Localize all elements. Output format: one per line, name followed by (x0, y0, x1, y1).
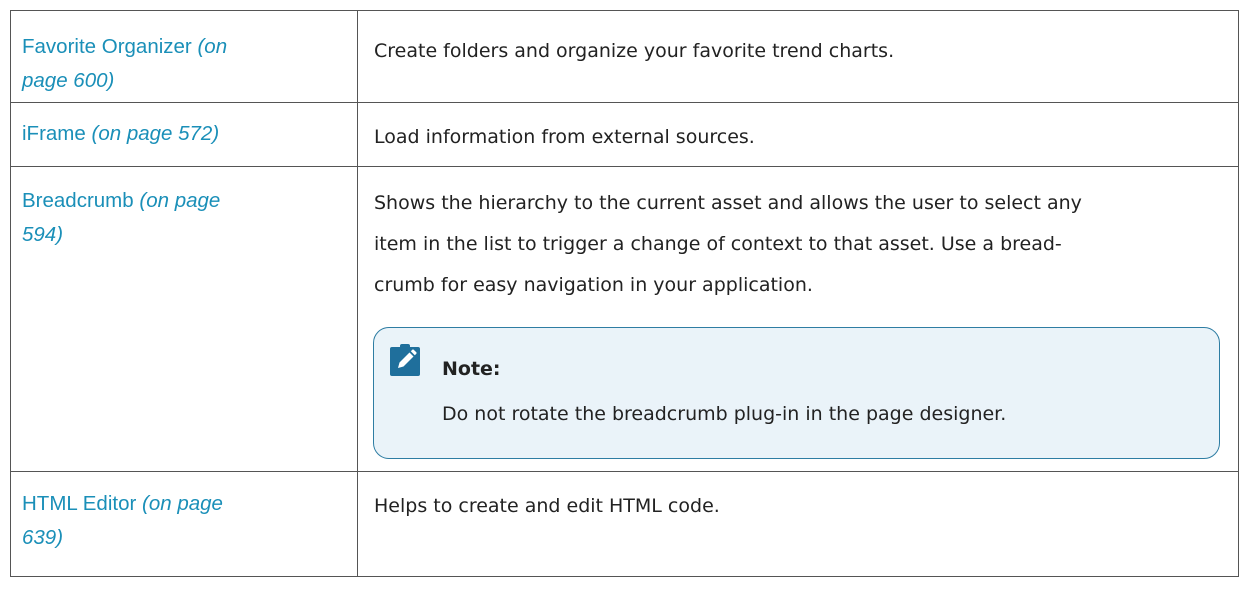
page-reference[interactable]: 594) (22, 223, 63, 246)
table-cell-description: Load information from external sources. (357, 102, 1239, 167)
plugin-link-breadcrumb[interactable]: Breadcrumb (on page 594) (22, 189, 220, 246)
description-line: crumb for easy navigation in your applic… (374, 274, 813, 296)
description-line: Shows the hierarchy to the current asset… (374, 192, 1082, 214)
note-callout: Note: Do not rotate the breadcrumb plug-… (373, 327, 1220, 459)
page-reference[interactable]: (on page (139, 189, 220, 212)
table-cell-plugin: iFrame (on page 572) (10, 102, 358, 167)
table-row: Favorite Organizer (on page 600) Create … (10, 10, 1239, 103)
plugin-table: Favorite Organizer (on page 600) Create … (10, 10, 1239, 577)
page-reference[interactable]: (on (197, 35, 227, 58)
table-row: iFrame (on page 572) Load information fr… (10, 102, 1239, 167)
plugin-link-html-editor[interactable]: HTML Editor (on page 639) (22, 492, 223, 549)
description-line: Helps to create and edit HTML code. (374, 495, 720, 517)
note-text: Do not rotate the breadcrumb plug-in in … (442, 403, 1007, 425)
page-reference[interactable]: (on page (142, 492, 223, 515)
table-cell-description: Shows the hierarchy to the current asset… (357, 166, 1239, 472)
plugin-name[interactable]: Breadcrumb (22, 189, 134, 212)
table-cell-plugin: Breadcrumb (on page 594) (10, 166, 358, 472)
note-title: Note: (442, 358, 501, 380)
plugin-name[interactable]: Favorite Organizer (22, 35, 192, 58)
page-reference[interactable]: page 600) (22, 69, 114, 92)
plugin-name[interactable]: iFrame (22, 122, 86, 145)
table-cell-description: Create folders and organize your favorit… (357, 10, 1239, 103)
table-cell-description: Helps to create and edit HTML code. (357, 471, 1239, 577)
page-reference[interactable]: 639) (22, 526, 63, 549)
pencil-note-icon (390, 344, 422, 376)
plugin-link-favorite-organizer[interactable]: Favorite Organizer (on page 600) (22, 35, 227, 92)
description-line: item in the list to trigger a change of … (374, 233, 1062, 255)
plugin-link-iframe[interactable]: iFrame (on page 572) (22, 122, 219, 145)
plugin-name[interactable]: HTML Editor (22, 492, 136, 515)
description-line: Load information from external sources. (374, 126, 755, 148)
table-cell-plugin: Favorite Organizer (on page 600) (10, 10, 358, 103)
page-reference[interactable]: (on page 572) (92, 122, 220, 145)
description-line: Create folders and organize your favorit… (374, 40, 895, 62)
table-cell-plugin: HTML Editor (on page 639) (10, 471, 358, 577)
table-row: Breadcrumb (on page 594) Shows the hiera… (10, 166, 1239, 472)
table-row: HTML Editor (on page 639) Helps to creat… (10, 471, 1239, 577)
